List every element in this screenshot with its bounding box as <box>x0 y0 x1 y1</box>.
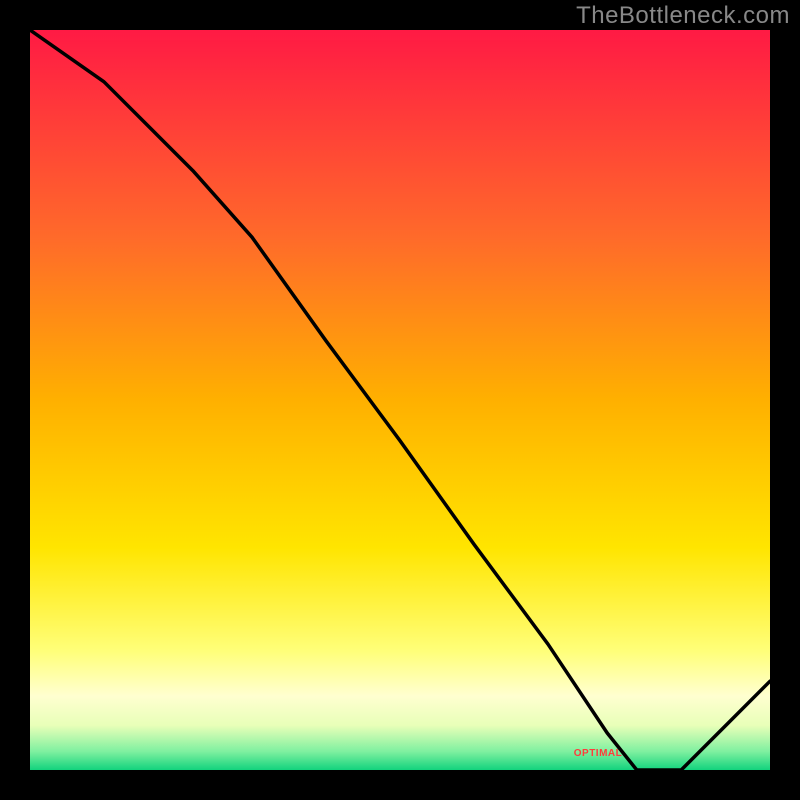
plot-area: OPTIMAL <box>30 30 770 770</box>
curve-path <box>30 30 770 770</box>
watermark-text: TheBottleneck.com <box>576 2 790 30</box>
chart-frame: TheBottleneck.com OPTIMAL <box>0 0 800 800</box>
optimal-range-label: OPTIMAL <box>528 748 668 759</box>
bottleneck-curve <box>30 30 770 770</box>
